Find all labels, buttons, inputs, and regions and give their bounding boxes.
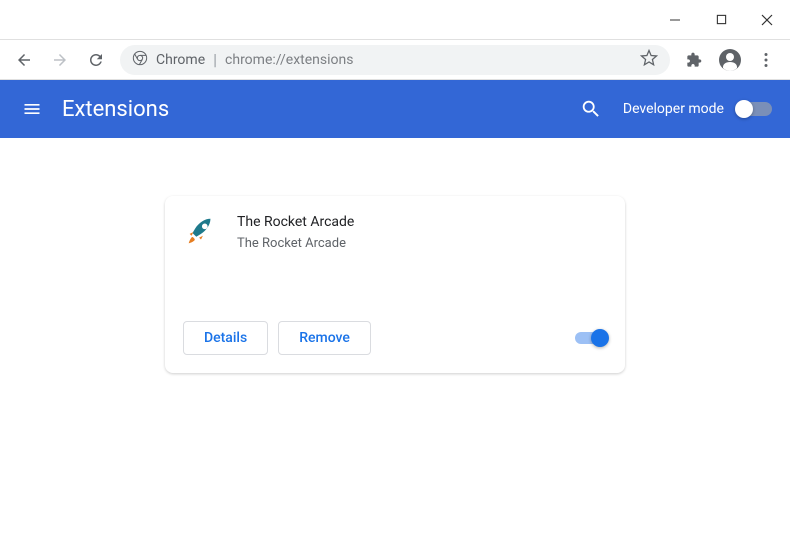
url-text: chrome://extensions <box>225 52 632 68</box>
extension-card: The Rocket Arcade The Rocket Arcade Deta… <box>165 196 625 373</box>
extensions-header: Extensions Developer mode <box>0 80 790 138</box>
developer-mode-label: Developer mode <box>623 101 724 117</box>
forward-button <box>44 44 76 76</box>
profile-button[interactable] <box>714 44 746 76</box>
menu-button[interactable] <box>750 44 782 76</box>
extension-description: The Rocket Arcade <box>237 236 607 251</box>
page-title: Extensions <box>62 97 577 122</box>
extension-name: The Rocket Arcade <box>237 214 607 230</box>
content-area: The Rocket Arcade The Rocket Arcade Deta… <box>0 138 790 373</box>
search-button[interactable] <box>577 95 605 123</box>
window-titlebar <box>0 0 790 40</box>
minimize-button[interactable] <box>652 0 698 39</box>
bookmark-star-icon[interactable] <box>640 49 658 71</box>
toggle-knob <box>591 329 609 347</box>
omnibox[interactable]: Chrome | chrome://extensions <box>120 45 670 75</box>
url-separator: | <box>213 50 217 69</box>
hamburger-menu-button[interactable] <box>18 95 46 123</box>
extension-enable-toggle[interactable] <box>575 332 607 344</box>
developer-mode-toggle[interactable] <box>736 102 772 116</box>
rocket-icon <box>183 214 219 250</box>
back-button[interactable] <box>8 44 40 76</box>
address-bar: Chrome | chrome://extensions <box>0 40 790 80</box>
remove-button[interactable]: Remove <box>278 321 371 355</box>
maximize-button[interactable] <box>698 0 744 39</box>
reload-button[interactable] <box>80 44 112 76</box>
chrome-icon <box>132 50 148 70</box>
url-scheme: Chrome <box>156 52 205 68</box>
extensions-button[interactable] <box>678 44 710 76</box>
close-window-button[interactable] <box>744 0 790 39</box>
toggle-knob <box>735 100 753 118</box>
details-button[interactable]: Details <box>183 321 268 355</box>
